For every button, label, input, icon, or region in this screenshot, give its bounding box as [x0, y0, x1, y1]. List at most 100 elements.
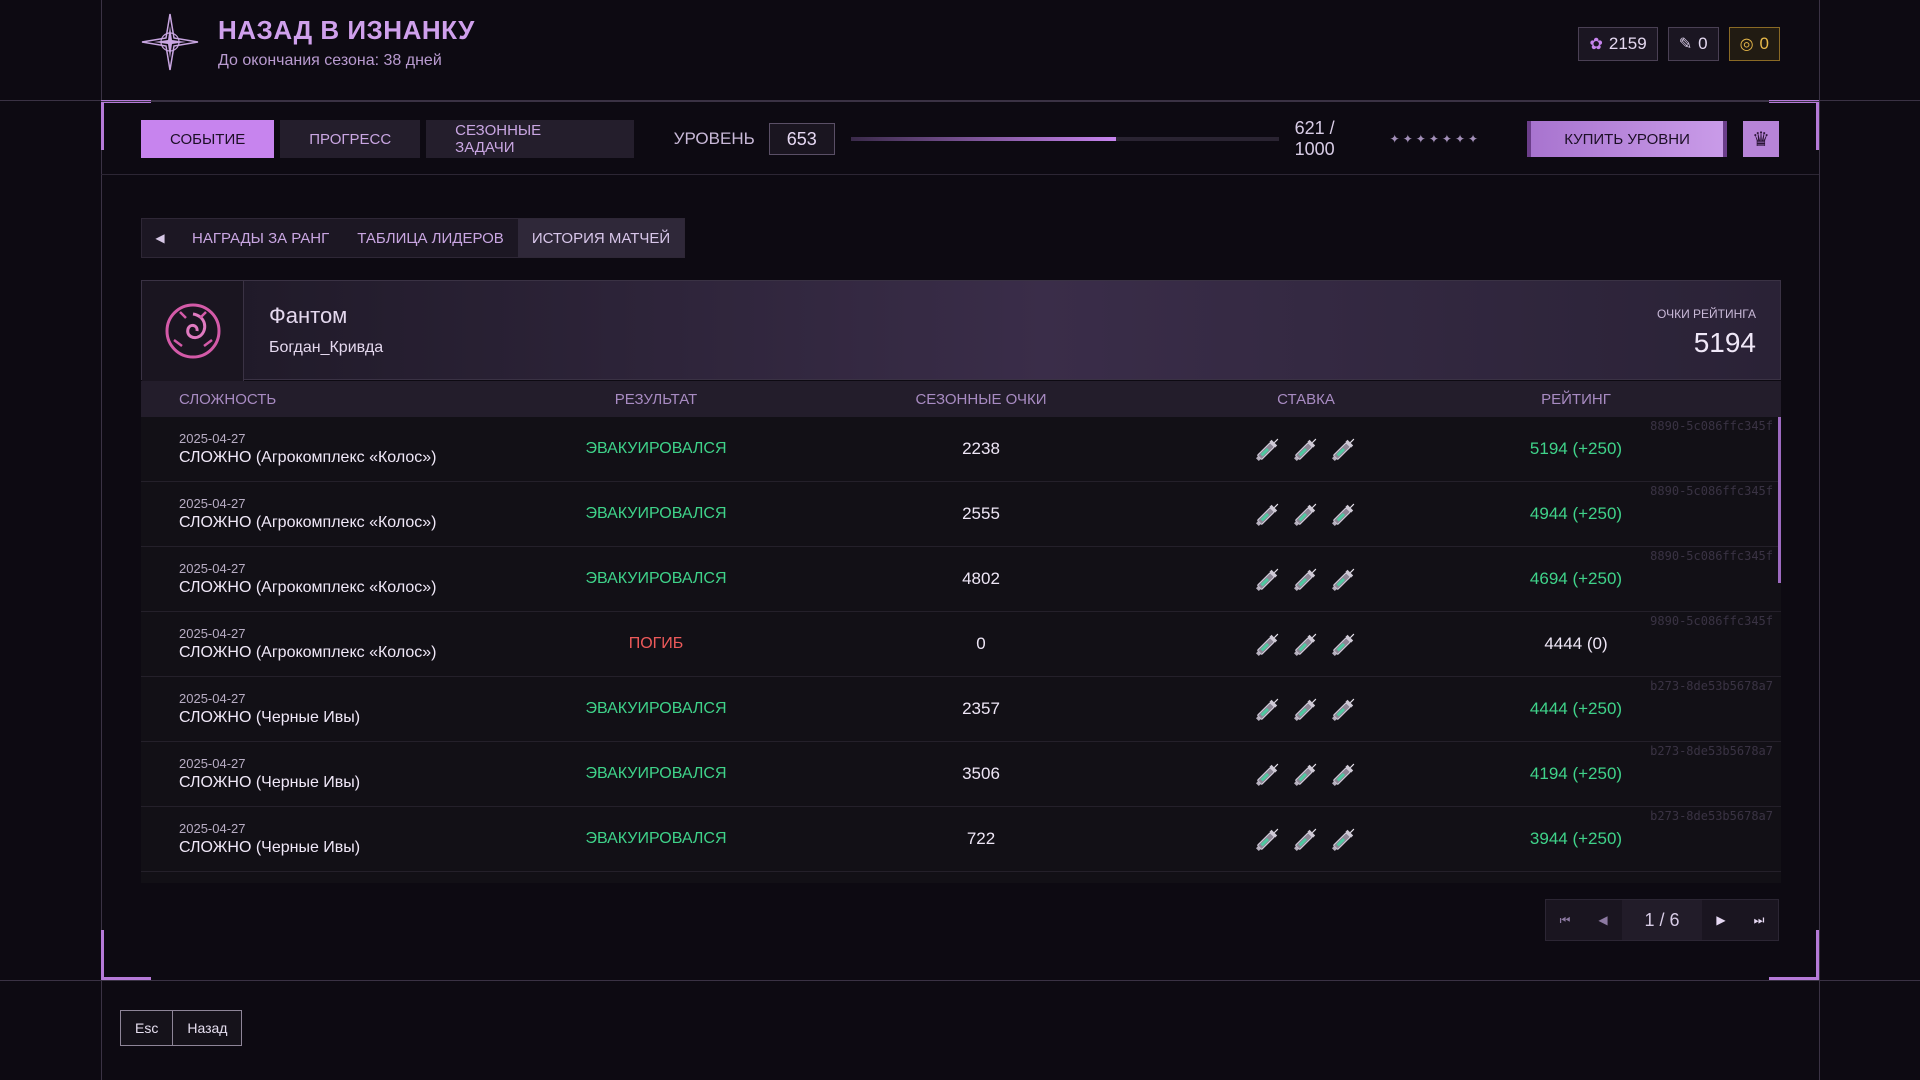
table-row[interactable]: 2025-04-27 СЛОЖНО (Агрокомплекс «Колос») Э… — [141, 482, 1781, 547]
rose-emblem-icon — [165, 303, 220, 359]
difficulty-cell: 2025-04-27 СЛОЖНО (Черные Ивы) — [141, 756, 541, 792]
rating-change: 3944 (+250) — [1529, 829, 1623, 848]
stake-cell — [1191, 759, 1421, 789]
profile-card: Фантом Богдан_Кривда ОЧКИ РЕЙТИНГА 5194 — [141, 280, 1781, 381]
currency-flower[interactable]: ✿ 2159 — [1578, 27, 1658, 61]
syringe-icon — [1291, 694, 1321, 724]
crown-icon[interactable]: ♛ — [1743, 121, 1779, 157]
frame-line — [0, 980, 1920, 981]
match-id: b273-8de53b5678a7 — [1650, 744, 1773, 758]
match-date: 2025-04-27 — [179, 756, 246, 771]
rating-change: 4944 (+250) — [1529, 504, 1623, 523]
rating-change: 4694 (+250) — [1529, 569, 1623, 588]
match-result: ЭВАКУИРОВАЛСЯ — [585, 570, 727, 587]
page-indicator: 1 / 6 — [1622, 900, 1702, 940]
syringe-icon — [1253, 434, 1283, 464]
xp-counter: 621 / 1000 — [1294, 118, 1335, 159]
buy-levels-button[interactable]: КУПИТЬ УРОВНИ — [1527, 121, 1727, 157]
match-date: 2025-04-27 — [179, 821, 246, 836]
next-page-icon[interactable]: ▶ — [1702, 900, 1740, 940]
currency-value: 2159 — [1608, 34, 1647, 53]
match-date: 2025-04-27 — [179, 561, 246, 576]
season-points: 2555 — [962, 504, 1000, 523]
difficulty-cell: 2025-04-27 СЛОЖНО (Черные Ивы) — [141, 691, 541, 727]
table-row[interactable]: 2025-04-27 СЛОЖНО (Черные Ивы) ЭВАКУИРОВАЛ… — [141, 677, 1781, 742]
compass-star-logo-icon — [141, 13, 199, 71]
subtab-match-history[interactable]: ИСТОРИЯ МАТЧЕЙ — [517, 219, 685, 257]
ticket-icon: ✎ — [1678, 36, 1693, 53]
syringe-icon — [1329, 564, 1359, 594]
match-result: ЭВАКУИРОВАЛСЯ — [585, 830, 727, 847]
table-row[interactable]: 2025-04-27 СЛОЖНО (Агрокомплекс «Колос») П… — [141, 612, 1781, 677]
match-id: 9890-5c086ffc345f — [1650, 614, 1773, 628]
match-result: ЭВАКУИРОВАЛСЯ — [585, 505, 727, 522]
subtab-leaderboard[interactable]: ТАБЛИЦА ЛИДЕРОВ — [343, 219, 518, 257]
tab-progress[interactable]: ПРОГРЕСС — [280, 120, 421, 158]
column-header-stake: СТАВКА — [1277, 390, 1335, 408]
level-label: УРОВЕНЬ — [673, 129, 755, 148]
syringe-icon — [1329, 629, 1359, 659]
syringe-icon — [1329, 824, 1359, 854]
difficulty-cell: 2025-04-27 СЛОЖНО (Черные Ивы) — [141, 821, 541, 857]
level-progress-fill — [850, 137, 1117, 141]
season-points: 0 — [976, 634, 986, 653]
table-scrollbar[interactable] — [1778, 417, 1781, 583]
match-date: 2025-04-27 — [179, 691, 246, 706]
match-mode: СЛОЖНО (Черные Ивы) — [179, 709, 361, 726]
match-id: 8890-5c086ffc345f — [1650, 419, 1773, 433]
table-row[interactable]: 2025-04-27 СЛОЖНО (Черные Ивы) ЭВАКУИРОВАЛ… — [141, 807, 1781, 872]
tab-season-tasks[interactable]: СЕЗОННЫЕ ЗАДАЧИ — [426, 120, 634, 158]
syringe-icon — [1291, 499, 1321, 529]
rating-change: 4444 (+250) — [1529, 699, 1623, 718]
last-page-icon[interactable]: ⏭ — [1740, 900, 1778, 940]
page-title: НАЗАД В ИЗНАНКУ — [218, 14, 475, 45]
profile-username: Богдан_Кривда — [269, 339, 384, 356]
match-date: 2025-04-27 — [179, 626, 246, 641]
match-mode: СЛОЖНО (Агрокомплекс «Колос») — [179, 644, 437, 661]
stake-cell — [1191, 629, 1421, 659]
top-bar: СОБЫТИЕ ПРОГРЕСС СЕЗОННЫЕ ЗАДАЧИ УРОВЕНЬ… — [141, 118, 1779, 159]
difficulty-cell: 2025-04-27 СЛОЖНО (Агрокомплекс «Колос») — [141, 561, 541, 597]
match-mode: СЛОЖНО (Агрокомплекс «Колос») — [179, 449, 437, 466]
tab-event[interactable]: СОБЫТИЕ — [141, 120, 275, 158]
gold-coin-icon: ◎ — [1739, 36, 1754, 53]
syringe-icon — [1291, 759, 1321, 789]
back-key-hint[interactable]: Esc Назад — [120, 1010, 243, 1046]
match-result: ЭВАКУИРОВАЛСЯ — [585, 440, 727, 457]
prev-page-icon[interactable]: ◀ — [1584, 900, 1622, 940]
subtab-rank-rewards[interactable]: НАГРАДЫ ЗА РАНГ — [178, 219, 343, 257]
table-row[interactable]: 2025-04-27 СЛОЖНО (Агрокомплекс «Колос») Э… — [141, 417, 1781, 482]
profile-name: Фантом — [269, 303, 348, 328]
table-body: 2025-04-27 СЛОЖНО (Агрокомплекс «Колос») Э… — [141, 417, 1781, 872]
season-points: 2357 — [962, 699, 1000, 718]
rating-label: ОЧКИ РЕЙТИНГА — [1657, 307, 1756, 321]
stars-decoration-icon: ✦✦✦✦✦✦✦ — [1389, 132, 1482, 146]
pagination: ⏮ ◀ 1 / 6 ▶ ⏭ — [1545, 899, 1779, 941]
currency-ticket[interactable]: ✎ 0 — [1667, 27, 1719, 61]
syringe-icon — [1329, 499, 1359, 529]
currency-gold[interactable]: ◎ 0 — [1728, 27, 1780, 61]
syringe-icon — [1253, 629, 1283, 659]
table-row[interactable]: 2025-04-27 СЛОЖНО (Агрокомплекс «Колос») Э… — [141, 547, 1781, 612]
syringe-icon — [1329, 694, 1359, 724]
season-points: 3506 — [962, 764, 1000, 783]
table-row[interactable]: 2025-04-27 СЛОЖНО (Черные Ивы) ЭВАКУИРОВАЛ… — [141, 742, 1781, 807]
syringe-icon — [1291, 824, 1321, 854]
match-result: ПОГИБ — [628, 635, 684, 652]
match-id: 8890-5c086ffc345f — [1650, 549, 1773, 563]
stake-cell — [1191, 824, 1421, 854]
back-arrow-icon[interactable]: ◀ — [142, 219, 178, 257]
first-page-icon[interactable]: ⏮ — [1546, 900, 1584, 940]
season-points: 4802 — [962, 569, 1000, 588]
currency-value: 0 — [1698, 34, 1708, 53]
syringe-icon — [1291, 629, 1321, 659]
match-mode: СЛОЖНО (Агрокомплекс «Колос») — [179, 514, 437, 531]
difficulty-cell: 2025-04-27 СЛОЖНО (Агрокомплекс «Колос») — [141, 626, 541, 662]
rating-change: 4444 (0) — [1544, 634, 1608, 653]
rating-change: 5194 (+250) — [1529, 439, 1623, 458]
table-header: СЛОЖНОСТЬ РЕЗУЛЬТАТ СЕЗОННЫЕ ОЧКИ СТАВКА… — [141, 381, 1781, 417]
match-date: 2025-04-27 — [179, 431, 246, 446]
syringe-icon — [1329, 759, 1359, 789]
syringe-icon — [1253, 499, 1283, 529]
divider — [101, 174, 1819, 175]
